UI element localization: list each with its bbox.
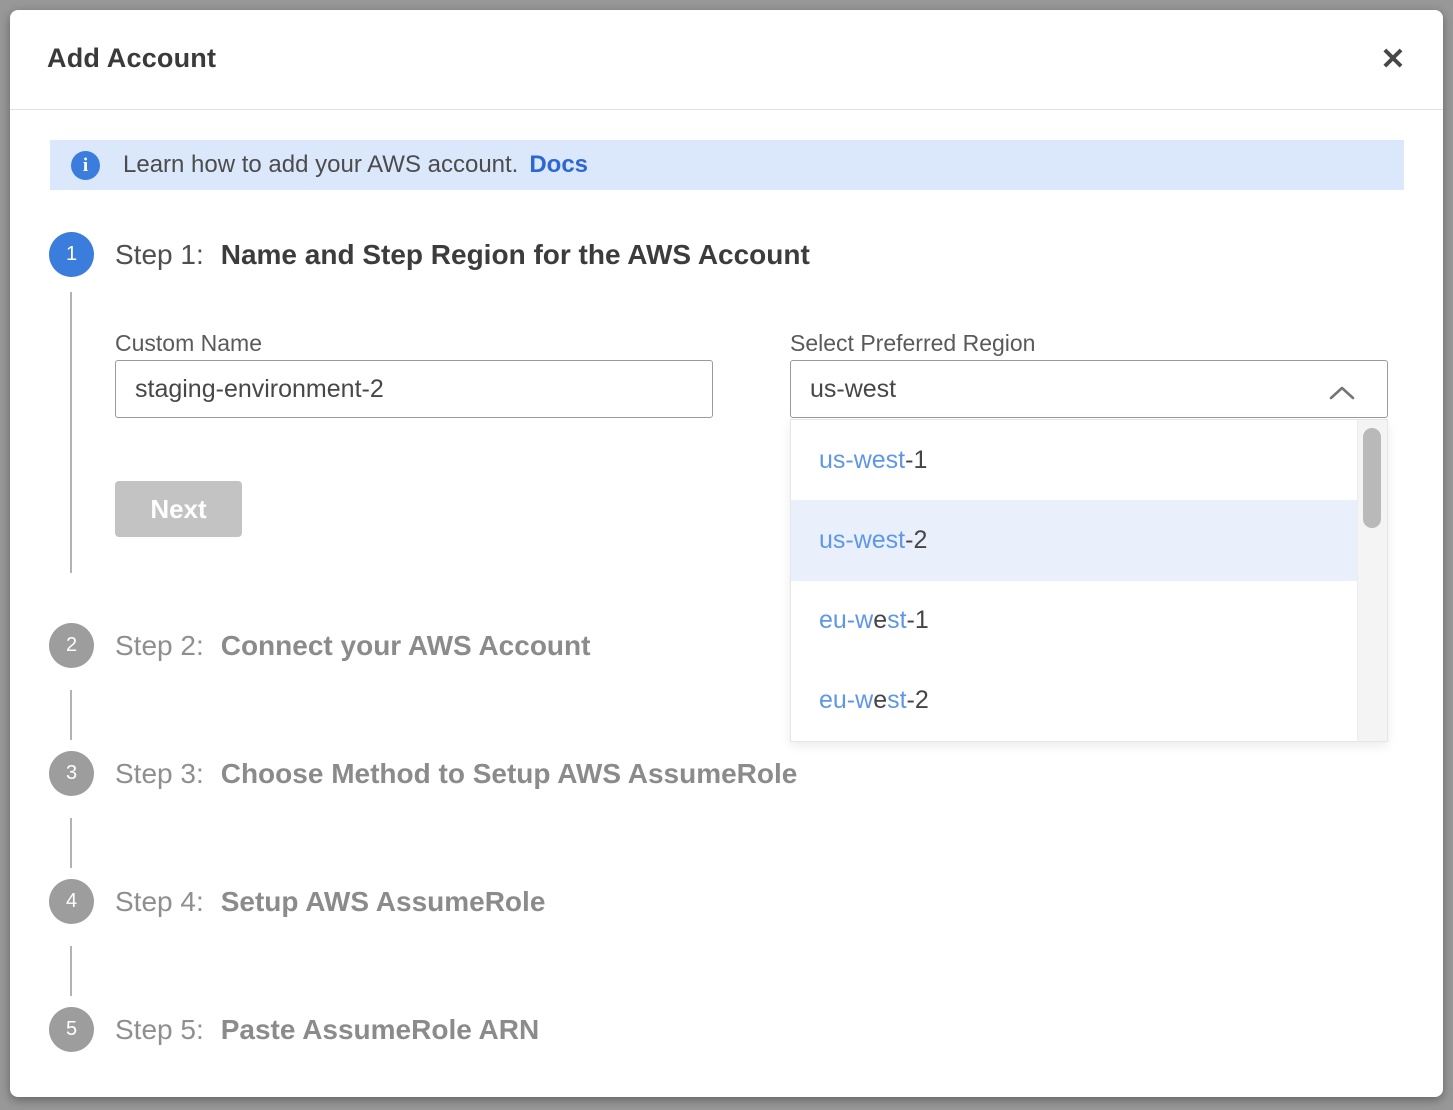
step-1-header: 1 Step 1: Name and Step Region for the A… [49,232,810,277]
step-2-label: Step 2: [115,630,204,662]
step-3-title: Choose Method to Setup AWS AssumeRole [221,758,798,790]
close-icon: ✕ [1380,45,1405,75]
modal-title: Add Account [47,43,216,74]
option-text-segment: eu-w [819,606,873,635]
option-text-segment: -2 [905,526,927,555]
option-text-segment: -2 [907,686,929,715]
step-4-label: Step 4: [115,886,204,918]
step-1-label: Step 1: [115,239,204,271]
option-text-segment: e [873,606,887,635]
option-text-segment: e [873,686,887,715]
region-combobox-input[interactable] [790,360,1388,418]
step-3-badge: 3 [49,751,94,796]
step-2-badge: 2 [49,623,94,668]
chevron-up-icon[interactable] [1322,380,1362,406]
dropdown-option-us-west-1[interactable]: us-west-1 [791,420,1357,500]
step-4-header: 4 Step 4: Setup AWS AssumeRole [49,879,545,924]
custom-name-label: Custom Name [115,330,262,357]
step-5-badge: 5 [49,1007,94,1052]
step-connector [70,818,72,868]
step-4-badge: 4 [49,879,94,924]
region-dropdown: us-west-1us-west-2eu-west-1eu-west-2 [790,419,1388,742]
dropdown-scrollbar-thumb[interactable] [1363,428,1381,528]
close-button[interactable]: ✕ [1371,38,1415,82]
add-account-modal: Add Account ✕ i Learn how to add your AW… [10,10,1443,1097]
step-5-title: Paste AssumeRole ARN [221,1014,539,1046]
screen-backdrop: Add Account ✕ i Learn how to add your AW… [0,0,1453,1110]
step-3-label: Step 3: [115,758,204,790]
step-3-header: 3 Step 3: Choose Method to Setup AWS Ass… [49,751,797,796]
step-5-header: 5 Step 5: Paste AssumeRole ARN [49,1007,539,1052]
region-label: Select Preferred Region [790,330,1035,357]
dropdown-scrollbar-track[interactable] [1357,420,1387,741]
step-4-title: Setup AWS AssumeRole [221,886,546,918]
dropdown-option-us-west-2[interactable]: us-west-2 [791,500,1357,580]
dropdown-option-eu-west-1[interactable]: eu-west-1 [791,581,1357,661]
step-connector [70,946,72,996]
modal-header: Add Account ✕ [10,10,1443,110]
option-text-segment: -1 [907,606,929,635]
step-5-label: Step 5: [115,1014,204,1046]
step-2-title: Connect your AWS Account [221,630,591,662]
option-text-segment: us-west [819,526,905,555]
next-button[interactable]: Next [115,481,242,537]
step-1-badge: 1 [49,232,94,277]
option-text-segment: us-west [819,446,905,475]
option-text-segment: -1 [905,446,927,475]
docs-link[interactable]: Docs [529,151,588,179]
banner-text: Learn how to add your AWS account. [123,151,518,179]
option-text-segment: eu-w [819,686,873,715]
step-2-header: 2 Step 2: Connect your AWS Account [49,623,590,668]
step-connector [70,690,72,740]
step-1-title: Name and Step Region for the AWS Account [221,239,810,271]
custom-name-input[interactable] [115,360,713,418]
dropdown-option-eu-west-2[interactable]: eu-west-2 [791,661,1357,741]
option-text-segment: st [887,606,906,635]
info-banner: i Learn how to add your AWS account. Doc… [50,140,1404,190]
step-connector [70,292,72,573]
option-text-segment: st [887,686,906,715]
info-icon: i [71,151,100,180]
